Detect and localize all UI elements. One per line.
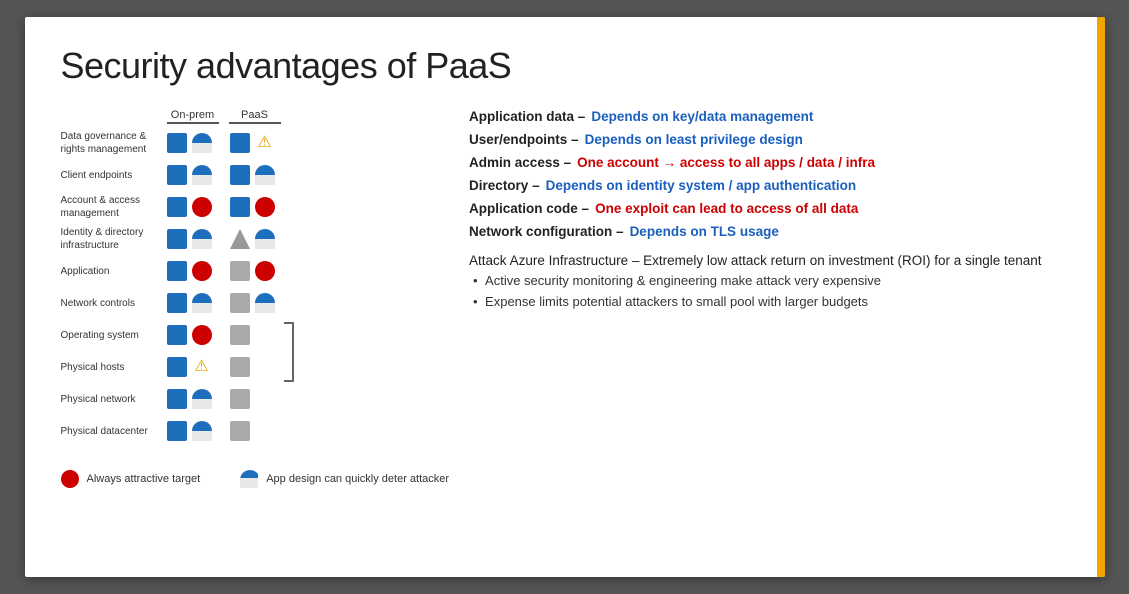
half-diamond-icon [230,229,250,249]
feature-item: Directory – Depends on identity system /… [469,178,1068,193]
onprem-header: On-prem [167,109,219,121]
half-circle-legend-icon [240,470,258,488]
legend-label-red: Always attractive target [87,473,201,485]
blue-square-icon [230,197,250,217]
half-circle-blue-icon [192,389,212,409]
table-row: Client endpoints [61,160,450,190]
gray-square-icon [230,389,250,409]
row-label: Client endpoints [61,169,166,182]
gray-square-icon [230,293,250,313]
feature-label: Network configuration – [469,224,624,239]
table-row: Physical datacenter [61,416,450,446]
legend: Always attractive target App design can … [61,462,450,488]
row-label: Operating system [61,329,166,342]
table-row: Operating system [61,320,450,350]
table-row: Data governance & rights management ⚠ [61,128,450,158]
feature-label: Application data – [469,109,585,124]
feature-list: Application data – Depends on key/data m… [469,109,1068,239]
table-row: Physical network [61,384,450,414]
feature-value: One exploit can lead to access of all da… [595,201,858,216]
attack-bullet: Expense limits potential attackers to sm… [469,293,1068,311]
half-circle-blue-icon [192,293,212,313]
feature-label: User/endpoints – [469,132,579,147]
row-label: Network controls [61,297,166,310]
row-label: Account & access management [61,194,166,220]
half-circle-blue-icon [192,133,212,153]
table-row: Identity & directory infrastructure [61,224,450,254]
blue-square-icon [167,261,187,281]
feature-value: One account → access to all apps / data … [577,155,875,170]
feature-value: Depends on key/data management [591,109,813,124]
red-circle-icon [255,197,275,217]
accent-bar [1097,17,1105,577]
slide: Security advantages of PaaS On-prem PaaS… [25,17,1105,577]
blue-square-icon [167,165,187,185]
table-row: Physical hosts ⚠ [61,352,450,382]
attack-bullets: Active security monitoring & engineering… [469,272,1068,311]
half-circle-blue-icon [255,293,275,313]
blue-square-icon [167,229,187,249]
half-circle-blue-icon [255,229,275,249]
paas-header: PaaS [229,109,281,121]
row-label: Data governance & rights management [61,130,166,156]
slide-title: Security advantages of PaaS [61,45,1069,87]
blue-square-icon [230,165,250,185]
row-label: Identity & directory infrastructure [61,226,166,252]
row-label: Application [61,265,166,278]
row-label: Physical network [61,393,166,406]
gray-square-icon [230,357,250,377]
row-label: Physical datacenter [61,425,166,438]
feature-value: Depends on least privilege design [585,132,803,147]
red-circle-icon [192,325,212,345]
gray-square-icon [230,261,250,281]
legend-item-blue: App design can quickly deter attacker [240,470,449,488]
attack-bullet: Active security monitoring & engineering… [469,272,1068,290]
attack-title-normal: Extremely low attack return on investmen… [643,253,1041,268]
feature-value: Depends on TLS usage [630,224,779,239]
feature-label: Directory – [469,178,540,193]
blue-square-icon [167,133,187,153]
warning-icon: ⚠ [257,135,271,151]
half-circle-blue-icon [255,165,275,185]
feature-label: Application code – [469,201,589,216]
blue-square-icon [167,421,187,441]
red-circle-icon [192,261,212,281]
legend-label-blue: App design can quickly deter attacker [266,473,449,485]
responsibility-table: On-prem PaaS Data governance & rights ma… [61,109,450,488]
gray-square-icon [230,421,250,441]
blue-square-icon [167,357,187,377]
attack-section: Attack Azure Infrastructure – Extremely … [469,253,1068,311]
feature-item: Network configuration – Depends on TLS u… [469,224,1068,239]
right-content: Application data – Depends on key/data m… [449,109,1068,488]
content-area: On-prem PaaS Data governance & rights ma… [61,109,1069,488]
legend-item-red: Always attractive target [61,470,201,488]
row-label: Physical hosts [61,361,166,374]
half-circle-blue-icon [192,229,212,249]
table-row: Network controls [61,288,450,318]
blue-square-icon [167,389,187,409]
blue-square-icon [167,325,187,345]
blue-square-icon [167,197,187,217]
red-circle-icon [192,197,212,217]
feature-label: Admin access – [469,155,571,170]
feature-item: Admin access – One account → access to a… [469,155,1068,170]
feature-value: Depends on identity system / app authent… [546,178,857,193]
attack-title: Attack Azure Infrastructure – Extremely … [469,253,1068,268]
blue-square-icon [167,293,187,313]
red-circle-legend-icon [61,470,79,488]
feature-item: Application code – One exploit can lead … [469,201,1068,216]
attack-title-bold: Attack Azure Infrastructure – [469,253,639,268]
table-row: Application [61,256,450,286]
table-row: Account & access management [61,192,450,222]
feature-item: User/endpoints – Depends on least privil… [469,132,1068,147]
half-circle-blue-icon [192,165,212,185]
gray-square-icon [230,325,250,345]
blue-square-icon [230,133,250,153]
feature-item: Application data – Depends on key/data m… [469,109,1068,124]
half-circle-blue-icon [192,421,212,441]
red-circle-icon [255,261,275,281]
warning-icon: ⚠ [194,359,208,375]
